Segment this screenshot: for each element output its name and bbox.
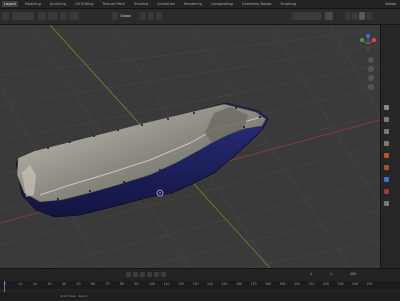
scene-selector[interactable]: Scene: [385, 0, 396, 9]
timeline-tick: 240: [352, 282, 359, 286]
play-reverse-icon[interactable]: [140, 272, 145, 277]
timeline-tick: 110: [163, 282, 170, 286]
material-icon[interactable]: [384, 189, 389, 194]
object-menu[interactable]: [69, 12, 79, 20]
tab-geometry-nodes[interactable]: Geometry Nodes: [240, 1, 274, 7]
status-hint: Orbit View · Select: [60, 294, 88, 298]
timeline-tick: 0: [4, 282, 7, 286]
timeline-tick: 230: [337, 282, 344, 286]
next-keyframe-icon[interactable]: [154, 272, 159, 277]
tab-texture-paint[interactable]: Texture Paint: [100, 1, 127, 7]
timeline-tick: 140: [207, 282, 214, 286]
timeline-tick: 250: [366, 282, 373, 286]
shading-material-icon[interactable]: [359, 12, 365, 20]
editor-type-button[interactable]: [2, 12, 9, 20]
play-icon[interactable]: [147, 272, 152, 277]
tab-shading[interactable]: Shading: [132, 1, 150, 7]
timeline-tick: 100: [149, 282, 156, 286]
timeline-tick: 50: [76, 282, 81, 286]
overlays-button[interactable]: [325, 12, 333, 20]
jump-end-icon[interactable]: [161, 272, 166, 277]
view-menu[interactable]: [38, 12, 46, 20]
tool-icon[interactable]: [384, 105, 389, 110]
timeline-tick: 220: [323, 282, 330, 286]
oil-pan-model: [15, 102, 269, 218]
timeline-tick: 210: [308, 282, 315, 286]
timeline-tick: 30: [47, 282, 52, 286]
timeline-tick: 150: [221, 282, 228, 286]
visibility-toggles[interactable]: [292, 12, 322, 20]
jump-start-icon[interactable]: [126, 272, 131, 277]
viewport-header: Global Options: [0, 9, 400, 29]
render-icon[interactable]: [384, 117, 389, 122]
shading-rendered-icon[interactable]: [366, 12, 372, 20]
mode-dropdown[interactable]: [12, 12, 34, 20]
texture-icon[interactable]: [384, 201, 389, 206]
object-icon[interactable]: [384, 165, 389, 170]
timeline-tick: 90: [134, 282, 139, 286]
timeline-tick: 200: [294, 282, 301, 286]
shading-solid-icon[interactable]: [352, 12, 358, 20]
navigation-gizmo: [359, 33, 377, 51]
snap-icon[interactable]: [148, 12, 154, 20]
tab-uv-editing[interactable]: UV Editing: [73, 1, 95, 7]
timeline-tick: 160: [236, 282, 243, 286]
orientation-dropdown[interactable]: Global: [120, 12, 131, 20]
timeline-tick: 130: [192, 282, 199, 286]
tab-sculpting[interactable]: Sculpting: [48, 1, 68, 7]
output-icon[interactable]: [384, 129, 389, 134]
timeline-tick: 60: [91, 282, 96, 286]
select-menu[interactable]: [48, 12, 58, 20]
proportional-edit-icon[interactable]: [156, 12, 162, 20]
timeline-tick: 10: [18, 282, 23, 286]
tab-compositing[interactable]: Compositing: [209, 1, 235, 7]
timeline-tick: 120: [178, 282, 185, 286]
workspace-bar: Layout Modeling Sculpting UV Editing Tex…: [0, 0, 400, 9]
status-bar: Orbit View · Select: [0, 292, 400, 300]
shading-wireframe-icon[interactable]: [345, 12, 351, 20]
tab-animation[interactable]: Animation: [155, 1, 177, 7]
timeline-tick: 190: [279, 282, 286, 286]
timeline-tick: 170: [250, 282, 257, 286]
timeline-tick: 80: [120, 282, 125, 286]
tab-modeling[interactable]: Modeling: [23, 1, 43, 7]
viewport-nav-buttons: [368, 57, 374, 90]
pivot-icon[interactable]: [140, 12, 146, 20]
timeline-tick: 70: [105, 282, 110, 286]
tab-scripting[interactable]: Scripting: [278, 1, 298, 7]
timeline-tick: 20: [33, 282, 38, 286]
add-menu[interactable]: [60, 12, 67, 20]
timeline-tick: 40: [62, 282, 67, 286]
transform-orientation-icon[interactable]: [112, 12, 118, 20]
frame-end[interactable]: 250: [350, 272, 356, 276]
prev-keyframe-icon[interactable]: [133, 272, 138, 277]
current-frame[interactable]: 1: [310, 272, 312, 276]
viewport-canvas[interactable]: [0, 25, 380, 268]
tab-rendering[interactable]: Rendering: [182, 1, 204, 7]
3d-viewport[interactable]: [0, 25, 380, 268]
tab-layout[interactable]: Layout: [2, 1, 18, 7]
frame-start[interactable]: 1: [330, 272, 332, 276]
scene-icon[interactable]: [384, 153, 389, 158]
modifier-icon[interactable]: [384, 177, 389, 182]
timeline-tick: 180: [265, 282, 272, 286]
properties-panel: [380, 25, 400, 268]
view-layer-icon[interactable]: [384, 141, 389, 146]
